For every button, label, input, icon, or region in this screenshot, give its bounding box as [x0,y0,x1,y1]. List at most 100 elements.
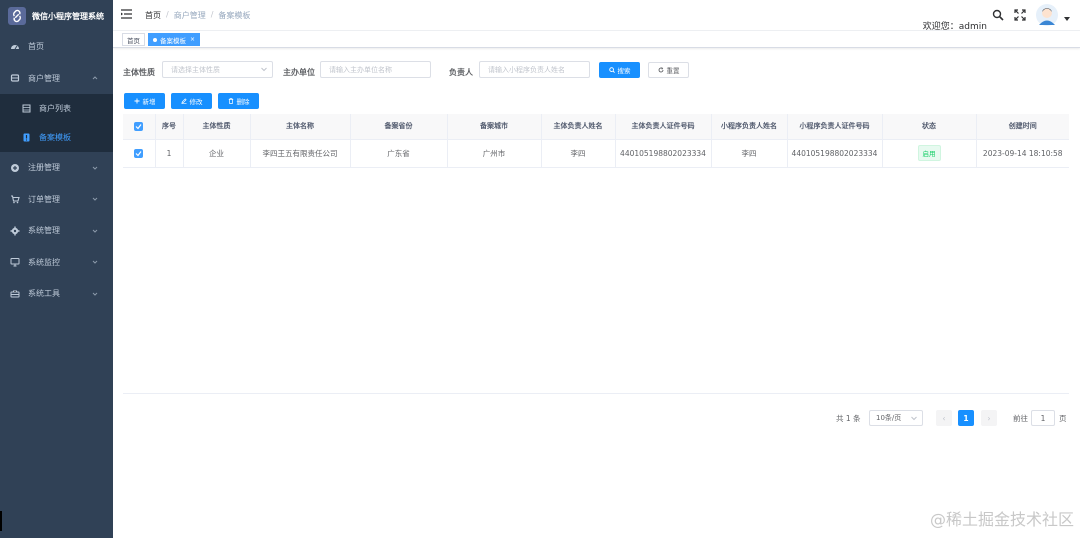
gear-icon [10,226,20,236]
chevron-down-icon [261,67,267,72]
status-cell: 启用 [882,139,977,168]
search-button[interactable]: 搜索 [599,62,640,78]
column-header: 主体名称 [250,114,351,140]
select-all-cell[interactable] [123,114,156,140]
goto-label: 前往 [1013,414,1028,423]
page-number-button[interactable]: 1 [958,410,974,426]
table-row[interactable]: 1 企业 李四王五有限责任公司 广东省 广州市 李四 4401051988020… [123,139,1069,168]
organizer-input[interactable]: 请输入主办单位名称 [320,61,431,78]
table-cell: 李四 [711,139,788,168]
sidebar-item-monitor[interactable]: 系统监控 [0,247,113,279]
brand[interactable]: 微信小程序管理系统 [0,0,113,32]
breadcrumb-home[interactable]: 首页 [145,10,161,21]
table-cell: 企业 [183,139,251,168]
chevron-down-icon [92,197,98,201]
link-logo-icon [8,7,26,25]
sidebar-item-merchant[interactable]: 商户管理 [0,63,113,95]
table-header-row: 序号 主体性质 主体名称 备案省份 备案城市 主体负责人姓名 主体负责人证件号码… [123,114,1069,140]
sidebar-subitem-record-template[interactable]: 备案模板 [0,123,113,152]
edit-icon [181,98,187,104]
search-icon[interactable] [992,9,1004,21]
organizer-label: 主办单位 [283,68,315,77]
chevron-right-icon: › [987,413,991,423]
sidebar-subitem-label: 商户列表 [39,104,71,113]
tag-record-template[interactable]: 备案模板 × [148,33,201,46]
edit-button[interactable]: 修改 [171,93,212,109]
shop-icon [10,73,20,83]
add-button[interactable]: 新增 [124,93,165,109]
column-header: 序号 [155,114,184,140]
chevron-down-icon [92,292,98,296]
owner-label: 负责人 [449,68,473,77]
sidebar-item-system[interactable]: 系统管理 [0,215,113,247]
monitor-icon [10,257,20,267]
sidebar-item-label: 系统管理 [28,226,60,236]
sidebar: 微信小程序管理系统 首页 商户管理 商户列表 备案模板 注册管理 订单管理 系统… [0,0,113,538]
tag-label: 首页 [127,36,140,45]
plus-icon [134,98,139,104]
column-header: 创建时间 [976,114,1069,140]
goto-page-value: 1 [1040,413,1046,423]
goto-page-input[interactable]: 1 [1031,410,1055,426]
chevron-down-icon [911,416,917,421]
hamburger-icon[interactable] [121,9,132,19]
check-icon [135,123,142,130]
chevron-down-icon [92,229,98,233]
sidebar-item-label: 订单管理 [28,194,60,204]
edit-button-label: 修改 [189,98,203,106]
status-badge: 启用 [917,145,941,161]
breadcrumb-separator: / [210,10,214,19]
active-dot-icon [153,37,157,42]
column-header: 状态 [882,114,977,140]
organizer-placeholder: 请输入主办单位名称 [329,65,392,74]
table-cell: 440105198802023334 [787,139,883,168]
table-cell: 李四王五有限责任公司 [250,139,351,168]
caret-down-icon[interactable] [1064,17,1070,22]
row-checkbox[interactable] [134,148,144,158]
sidebar-subitem-label: 备案模板 [39,133,71,142]
cart-icon [10,194,20,204]
subject-type-placeholder: 请选择主体性质 [171,65,220,74]
sidebar-item-register[interactable]: 注册管理 [0,152,113,184]
sidebar-edge-mark [0,511,2,531]
delete-button-label: 删除 [236,98,250,106]
subject-type-select[interactable]: 请选择主体性质 [162,61,273,78]
trash-icon [228,98,233,104]
doc-icon [22,133,31,142]
chevron-left-icon: ‹ [942,413,946,423]
column-header: 备案城市 [447,114,542,140]
check-icon [135,150,142,157]
column-header: 小程序负责人姓名 [711,114,788,140]
avatar[interactable] [1036,4,1058,26]
sidebar-item-home[interactable]: 首页 [0,31,113,63]
pagination-total: 共 1 条 [836,414,861,423]
sidebar-item-label: 系统监控 [28,257,60,267]
table-cell: 440105198802023334 [615,139,712,168]
table-cell: 广州市 [447,139,542,168]
prev-page-button[interactable]: ‹ [936,410,952,426]
delete-button[interactable]: 删除 [218,93,259,109]
page-size-select[interactable]: 10条/页 [869,410,923,426]
sidebar-item-label: 首页 [28,42,44,52]
sidebar-item-orders[interactable]: 订单管理 [0,184,113,216]
column-header: 小程序负责人证件号码 [787,114,883,140]
close-icon[interactable]: × [190,36,195,43]
breadcrumb-merchant: 商户管理 [173,11,206,20]
select-all-checkbox[interactable] [134,121,144,131]
fullscreen-icon[interactable] [1014,9,1026,21]
chevron-up-icon [92,76,98,80]
tag-home[interactable]: 首页 [122,33,145,46]
owner-input[interactable]: 请输入小程序负责人姓名 [479,61,590,78]
list-icon [22,104,31,113]
row-select-cell[interactable] [123,139,156,168]
reset-button[interactable]: 重置 [648,62,689,78]
next-page-button[interactable]: › [981,410,997,426]
reset-button-label: 重置 [666,67,680,75]
sidebar-item-tools[interactable]: 系统工具 [0,278,113,310]
data-table: 序号 主体性质 主体名称 备案省份 备案城市 主体负责人姓名 主体负责人证件号码… [123,114,1069,394]
navbar: 首页 / 商户管理 / 备案模板 欢迎您：admin [113,0,1080,32]
sidebar-item-label: 商户管理 [28,73,60,83]
chevron-down-icon [92,166,98,170]
sidebar-subitem-merchant-list[interactable]: 商户列表 [0,94,113,123]
sidebar-item-label: 系统工具 [28,289,60,299]
